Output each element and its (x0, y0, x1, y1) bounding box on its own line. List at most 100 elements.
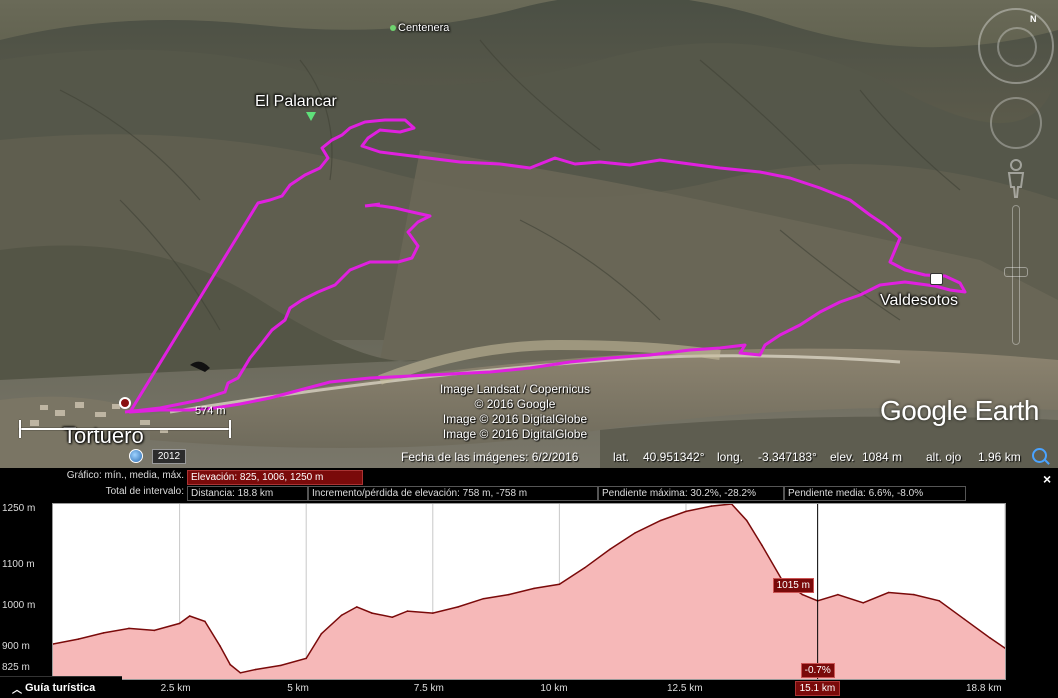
elevation-point (219, 645, 221, 647)
elevation-point (913, 593, 915, 596)
elevation-point (371, 612, 373, 614)
placemark-pin-icon[interactable] (306, 112, 316, 121)
elevation-point (102, 632, 105, 634)
gain-loss-stat: Incremento/pérdida de elevación: 758 m, … (308, 486, 598, 501)
elevation-point (938, 600, 940, 602)
elevation-point (356, 606, 358, 608)
cursor-slope-tag: -0.7% (800, 663, 835, 678)
elevation-point (761, 544, 763, 546)
elevation-point (340, 614, 343, 616)
elevation-point (558, 583, 561, 586)
status-bar: Fecha de las imágenes: 6/2/2016 lat. 40.… (0, 447, 1058, 468)
elev-value: 1084 m (862, 450, 903, 464)
navigation-controls: N (975, 5, 1055, 355)
elevation-point (178, 622, 181, 625)
pegman-icon[interactable] (1004, 159, 1028, 199)
place-dot-icon (390, 25, 396, 31)
y-tick-label: 900 m (2, 641, 30, 653)
elevation-point (989, 637, 991, 639)
interval-label: Total de intervalo: (105, 486, 184, 497)
long-label: long. (717, 450, 744, 464)
y-tick-label: 1250 m (2, 503, 36, 514)
tour-guide-label: Guía turística (25, 682, 96, 694)
lat-value: 40.951342° (643, 450, 705, 464)
profile-interval-row: Total de intervalo: Distancia: 18.8 km I… (0, 486, 1040, 501)
imagery-attribution: Image Landsat / Copernicus © 2016 Google… (439, 382, 591, 441)
eye-alt-value: 1.96 km (978, 450, 1021, 464)
elevation-chart-svg (52, 503, 1006, 679)
elevation-point (685, 510, 687, 513)
elevation-point (634, 532, 637, 534)
x-tick-label: 18.8 km (966, 683, 1002, 694)
avg-slope-stat: Pendiente media: 6.6%, -8.0% (784, 486, 966, 501)
imagery-date: Fecha de las imágenes: 6/2/2016 (401, 450, 579, 464)
elevation-point (887, 591, 890, 594)
cursor-elevation-tag: 1015 m (772, 577, 814, 593)
elevation-point (320, 632, 323, 635)
zoom-slider-knob[interactable] (1004, 267, 1028, 277)
x-tick-label: 7.5 km (413, 683, 444, 694)
start-point-icon[interactable] (119, 397, 131, 409)
north-indicator: N (1030, 14, 1037, 24)
elevation-point (77, 638, 80, 640)
elevation-point (710, 505, 713, 507)
elevation-point (507, 593, 510, 596)
elevation-stats: Elevación: 825, 1006, 1250 m (187, 470, 363, 485)
y-tick-label: 825 m (2, 662, 30, 673)
elevation-point (457, 606, 459, 608)
eye-alt-label: alt. ojo (926, 450, 962, 464)
elevation-point (229, 663, 231, 666)
elevation-chart[interactable] (52, 503, 1006, 680)
elevation-point (406, 610, 409, 612)
place-label-el-palancar[interactable]: El Palancar (255, 93, 337, 111)
elevation-point (432, 612, 434, 614)
tour-guide-tab[interactable]: ︿ Guía turística (0, 676, 122, 698)
elevation-area (53, 504, 1005, 679)
max-slope-stat: Pendiente máxima: 30.2%, -28.2% (598, 486, 784, 501)
search-icon[interactable] (1032, 448, 1047, 463)
elevation-point (305, 657, 307, 660)
elevation-point (128, 627, 130, 630)
elevation-point (533, 587, 535, 590)
elevation-point (280, 664, 282, 667)
elevation-point (188, 615, 191, 617)
town-hall-icon[interactable] (930, 273, 943, 285)
lat-label: lat. (613, 450, 630, 464)
elevation-point (583, 567, 586, 569)
elevation-point (659, 519, 662, 522)
elevation-point (745, 519, 748, 522)
elevation-point (204, 620, 206, 623)
elevation-point (482, 597, 485, 600)
elev-label: elev. (830, 450, 855, 464)
elevation-point (609, 548, 611, 551)
elevation-point (963, 618, 966, 621)
x-tick-label: 12.5 km (666, 683, 703, 694)
place-label-valdesotos[interactable]: Valdesotos (880, 292, 958, 310)
elevation-point (239, 672, 242, 674)
distance-stat: Distancia: 18.8 km (187, 486, 308, 501)
place-label-centenera[interactable]: Centenera (390, 22, 449, 34)
profile-stats-row: Gráfico: mín., media, máx. Elevación: 82… (0, 470, 1040, 485)
earth-3d-viewport[interactable]: Centenera El Palancar Valdesotos Tortuer… (0, 0, 1058, 468)
google-earth-logo: Google Earth (880, 395, 1040, 426)
compass-ring-icon[interactable]: N (978, 8, 1054, 84)
chevron-up-icon: ︿ (12, 685, 22, 696)
scale-label: 574 m (195, 405, 226, 417)
elevation-point (153, 629, 156, 632)
look-joystick-icon[interactable] (990, 97, 1042, 149)
cursor-distance-tag: 15.1 km (794, 681, 841, 696)
elevation-point (837, 593, 839, 596)
elevation-point (391, 616, 394, 618)
elevation-point (254, 668, 257, 671)
compass-center-icon[interactable] (997, 27, 1037, 67)
scale-bar (19, 420, 231, 440)
x-tick-label: 2.5 km (160, 683, 191, 694)
close-profile-button[interactable]: × (1043, 471, 1051, 487)
x-tick-label: 10 km (540, 683, 568, 694)
chart-range-label: Gráfico: mín., media, máx. (66, 470, 184, 481)
y-tick-label: 1100 m (2, 558, 35, 570)
y-tick-label: 1000 m (2, 599, 36, 611)
x-tick-label: 5 km (287, 683, 309, 694)
elevation-point (862, 602, 864, 604)
elevation-point (801, 593, 804, 596)
